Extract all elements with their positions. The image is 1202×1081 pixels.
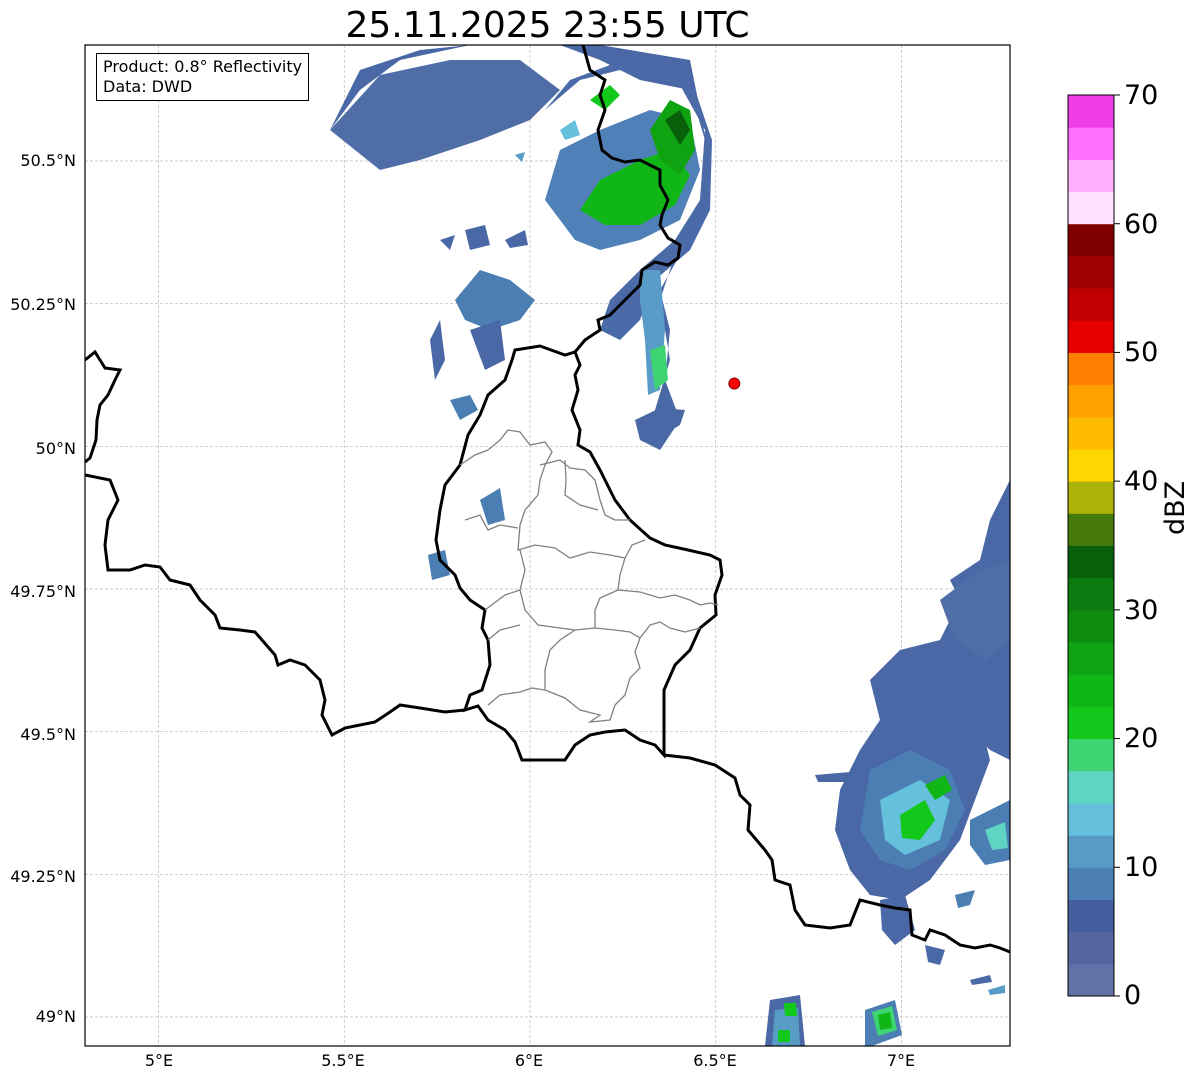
colorbar-segment xyxy=(1068,770,1114,804)
y-tick-label: 49.5°N xyxy=(20,725,76,744)
data-source-label: Data: DWD xyxy=(103,77,193,96)
colorbar-ticks xyxy=(1114,94,1120,997)
colorbar-segment xyxy=(1068,513,1114,546)
y-tick-label: 49.25°N xyxy=(10,867,76,886)
info-box: Product: 0.8° Reflectivity Data: DWD xyxy=(96,53,310,101)
y-tick-label: 49°N xyxy=(35,1007,76,1026)
colorbar-segment xyxy=(1068,384,1114,418)
radar-map xyxy=(84,44,1120,1047)
colorbar xyxy=(1068,95,1114,997)
colorbar-segment xyxy=(1068,416,1114,450)
colorbar-tick-label: 10 xyxy=(1124,852,1159,883)
colorbar-segment xyxy=(1068,867,1114,900)
colorbar-segment xyxy=(1068,95,1114,128)
x-tick-label: 5.5°E xyxy=(321,1051,365,1070)
colorbar-segment xyxy=(1068,899,1114,933)
colorbar-segment xyxy=(1068,191,1114,225)
colorbar-segment xyxy=(1068,545,1114,579)
y-tick-label: 49.75°N xyxy=(10,582,76,601)
colorbar-segment xyxy=(1068,642,1114,675)
colorbar-segment xyxy=(1068,706,1114,740)
colorbar-segment xyxy=(1068,127,1114,160)
colorbar-tick-label: 0 xyxy=(1124,980,1142,1011)
colorbar-tick-label: 70 xyxy=(1124,80,1159,111)
colorbar-segment xyxy=(1068,320,1114,353)
colorbar-segment xyxy=(1068,481,1114,514)
x-tick-label: 6°E xyxy=(514,1051,544,1070)
colorbar-tick-label: 30 xyxy=(1124,595,1159,626)
colorbar-segment xyxy=(1068,609,1114,643)
colorbar-segment xyxy=(1068,577,1114,611)
colorbar-segment xyxy=(1068,931,1114,965)
colorbar-tick-label: 40 xyxy=(1124,466,1159,497)
colorbar-segment xyxy=(1068,835,1114,868)
x-tick-label: 7°E xyxy=(886,1051,916,1070)
colorbar-segment xyxy=(1068,448,1114,482)
colorbar-segment xyxy=(1068,255,1114,289)
colorbar-segment xyxy=(1068,288,1114,321)
colorbar-segment xyxy=(1068,674,1114,707)
colorbar-segment xyxy=(1068,159,1114,193)
product-label: Product: 0.8° Reflectivity xyxy=(103,57,303,76)
colorbar-tick-label: 60 xyxy=(1124,209,1159,240)
colorbar-segment xyxy=(1068,802,1114,836)
x-tick-label: 6.5°E xyxy=(693,1051,737,1070)
colorbar-unit-label: dBZ xyxy=(1160,480,1191,535)
colorbar-tick-label: 20 xyxy=(1124,723,1159,754)
colorbar-segment xyxy=(1068,352,1114,386)
colorbar-segment xyxy=(1068,963,1114,997)
y-tick-label: 50°N xyxy=(35,439,76,458)
colorbar-segment xyxy=(1068,738,1114,772)
y-tick-label: 50.25°N xyxy=(10,295,76,314)
y-tick-label: 50.5°N xyxy=(20,151,76,170)
colorbar-tick-label: 50 xyxy=(1124,337,1159,368)
x-tick-label: 5°E xyxy=(144,1051,174,1070)
colorbar-segment xyxy=(1068,223,1114,257)
location-marker xyxy=(728,377,741,390)
